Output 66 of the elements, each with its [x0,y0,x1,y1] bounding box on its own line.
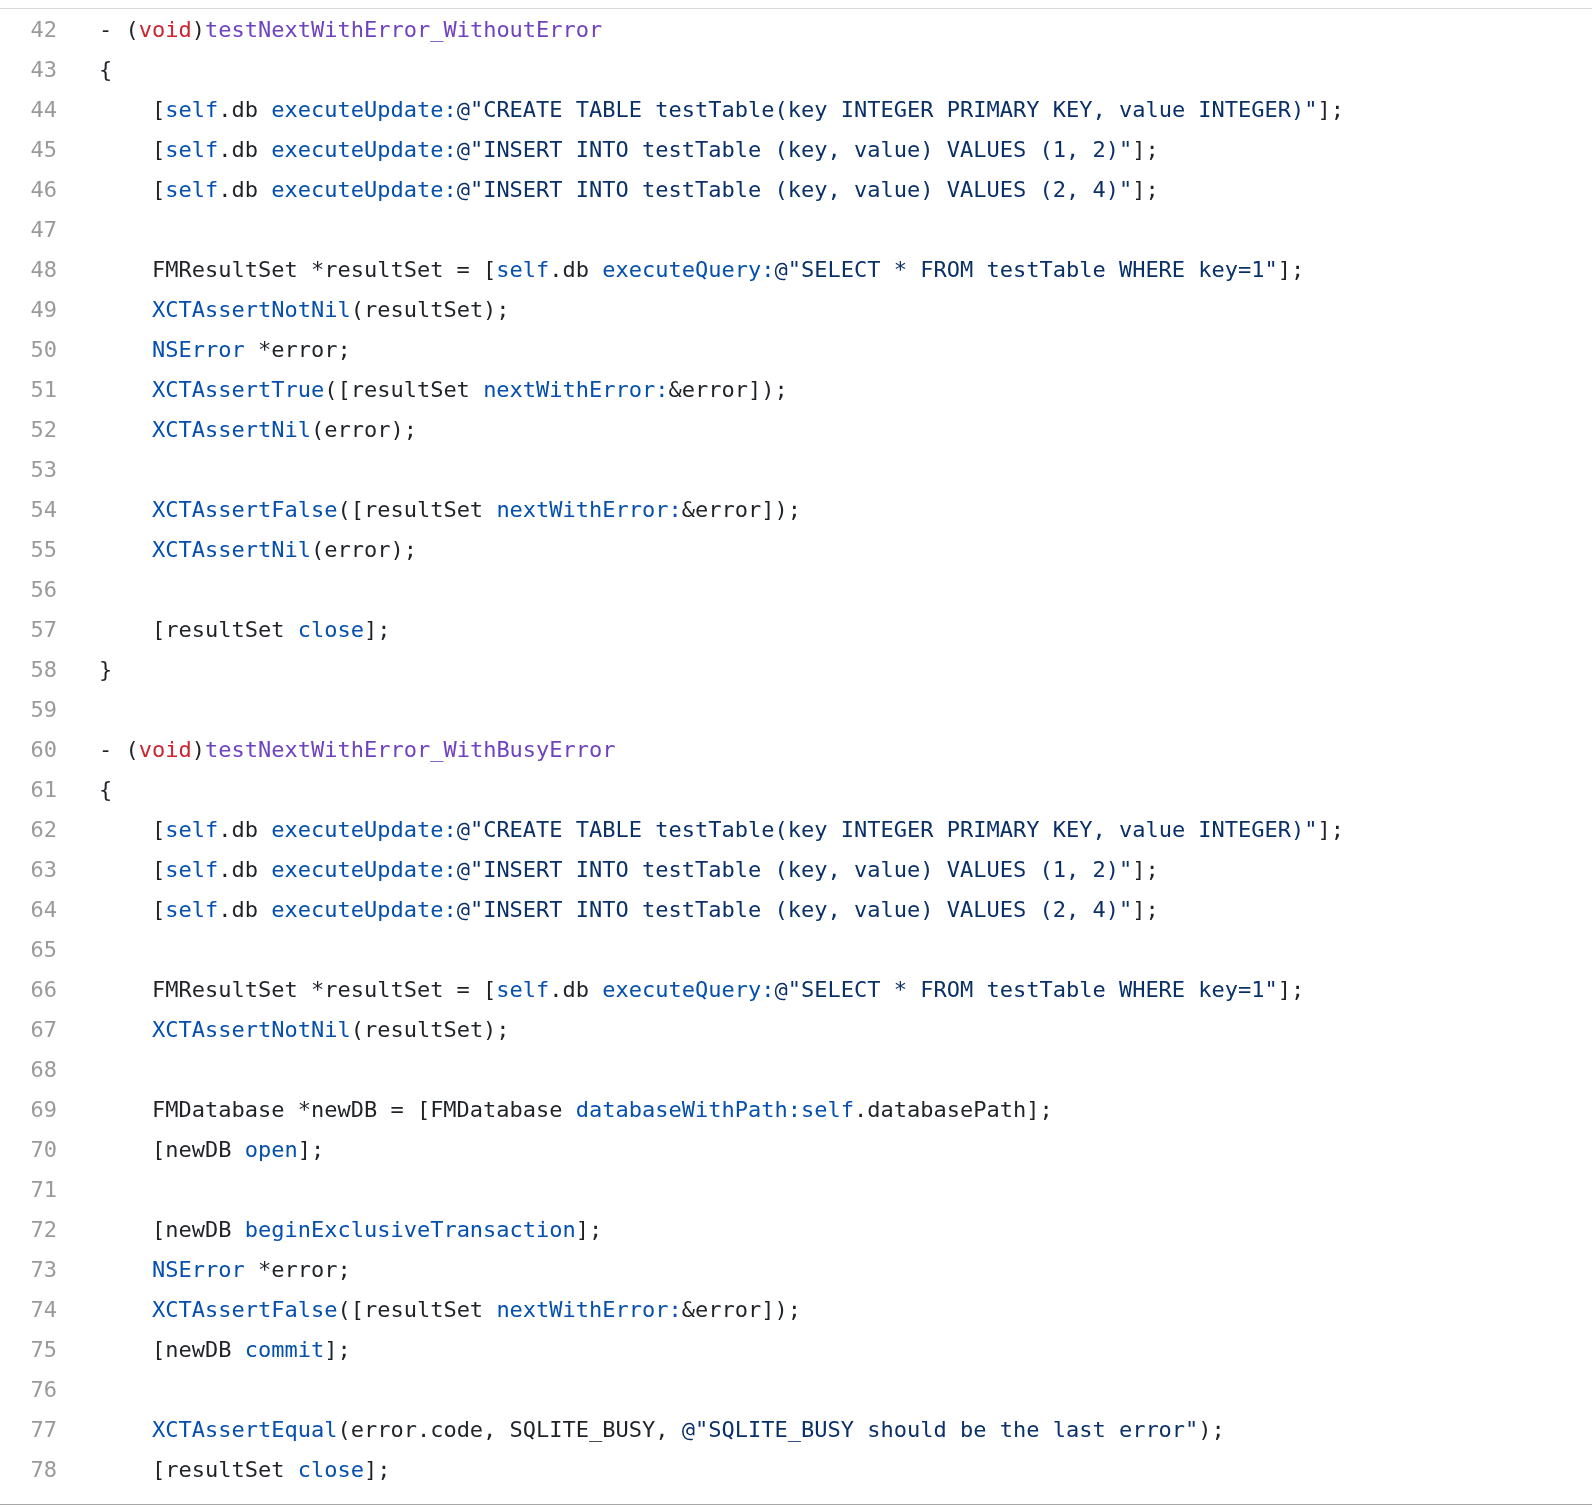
line-number: 78 [29,1456,57,1482]
code-line: { [99,776,113,802]
code-line: XCTAssertEqual(error.code, SQLITE_BUSY, @"SQLITE_BUSY should be the last error"); [150,1416,1225,1442]
code-line: XCTAssertFalse([resultSet nextWithError:&error]); [150,496,802,522]
line-number: 44 [29,96,57,122]
code-line: NSError *error; [150,336,351,362]
line-number: 46 [29,176,57,202]
code-line: { [99,56,113,82]
code-line: [newDB open]; [150,1136,325,1162]
code-line: [newDB commit]; [150,1336,351,1362]
line-number: 74 [29,1296,57,1322]
line-number: 52 [29,416,57,442]
line-number: 68 [29,1056,57,1082]
code-line: [self.db executeUpdate:@"CREATE TABLE testTable(key INTEGER PRIMARY KEY, value INTEGER)"]; [150,816,1345,842]
line-number: 43 [29,56,57,82]
line-number: 76 [29,1376,57,1402]
line-number: 51 [29,376,57,402]
line-number: 59 [29,696,57,722]
line-number: 63 [29,856,57,882]
line-number: 58 [29,656,57,682]
line-number: 54 [29,496,57,522]
code-line: [self.db executeUpdate:@"INSERT INTO testTable (key, value) VALUES (2, 4)"]; [150,176,1159,202]
line-number: 50 [29,336,57,362]
line-number: 71 [29,1176,57,1202]
line-number: 49 [29,296,57,322]
code-line: - (void)testNextWithError_WithBusyError [99,736,616,762]
code-line: XCTAssertNotNil(resultSet); [150,296,510,322]
line-number: 77 [29,1416,57,1442]
line-number: 47 [29,216,57,242]
line-number: 75 [29,1336,57,1362]
code-line: [self.db executeUpdate:@"INSERT INTO testTable (key, value) VALUES (1, 2)"]; [150,136,1159,162]
code-line: FMResultSet *resultSet = [self.db executeQuery:@"SELECT * FROM testTable WHERE key=1"]; [150,256,1305,282]
code-line: [self.db executeUpdate:@"CREATE TABLE testTable(key INTEGER PRIMARY KEY, value INTEGER)"]; [150,96,1345,122]
line-number: 55 [29,536,57,562]
line-number: 45 [29,136,57,162]
code-line: XCTAssertNotNil(resultSet); [150,1016,510,1042]
code-line: FMResultSet *resultSet = [self.db executeQuery:@"SELECT * FROM testTable WHERE key=1"]; [150,976,1305,1002]
line-number: 62 [29,816,57,842]
line-number: 61 [29,776,57,802]
code-line: FMDatabase *newDB = [FMDatabase databaseWithPath:self.databasePath]; [150,1096,1053,1122]
code-line: [resultSet close]; [150,1456,391,1482]
code-line: [self.db executeUpdate:@"INSERT INTO testTable (key, value) VALUES (1, 2)"]; [150,856,1159,882]
line-number: 57 [29,616,57,642]
line-number: 67 [29,1016,57,1042]
line-number: 42 [29,16,57,42]
line-number: 60 [29,736,57,762]
code-line: [self.db executeUpdate:@"INSERT INTO testTable (key, value) VALUES (2, 4)"]; [150,896,1159,922]
line-number: 48 [29,256,57,282]
code-line: XCTAssertNil(error); [150,536,417,562]
line-number: 64 [29,896,57,922]
line-number: 70 [29,1136,57,1162]
line-number: 73 [29,1256,57,1282]
line-number: 65 [29,936,57,962]
code-line: NSError *error; [150,1256,351,1282]
code-line: [newDB beginExclusiveTransaction]; [150,1216,603,1242]
line-number: 56 [29,576,57,602]
line-number: 53 [29,456,57,482]
code-line: [resultSet close]; [150,616,391,642]
line-number: 72 [29,1216,57,1242]
line-number: 66 [29,976,57,1002]
code-line: XCTAssertTrue([resultSet nextWithError:&error]); [150,376,788,402]
code-line: XCTAssertNil(error); [150,416,417,442]
code-line: } [99,656,113,682]
line-number: 69 [29,1096,57,1122]
code-line: - (void)testNextWithError_WithoutError [99,16,603,42]
code-line: XCTAssertFalse([resultSet nextWithError:&error]); [150,1296,802,1322]
